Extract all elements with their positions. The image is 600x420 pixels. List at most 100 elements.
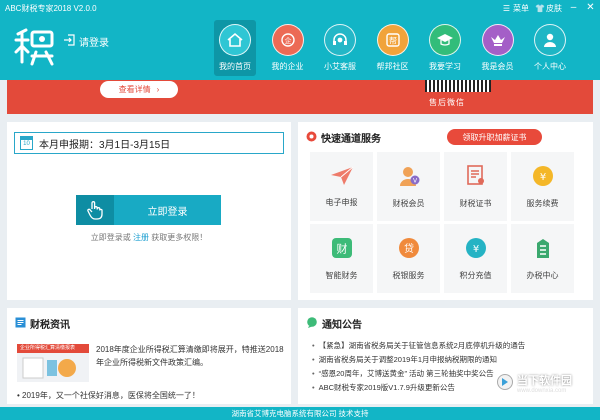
service-label: 财税会员 [392,198,425,208]
tax-news-header: 财税资讯 [15,316,70,331]
nav-item-service[interactable]: 小艾客服 [319,20,361,76]
fast-service-title: 快速通道服务 [321,134,381,145]
menu-icon: ☰ [502,3,511,13]
menu-button[interactable]: ☰ 菜单 [502,3,529,14]
app-title: ABC财税专家2018 V2.0.0 [5,4,97,13]
menu-label: 菜单 [513,3,529,13]
title-bar-controls: ☰ 菜单 👕 皮肤 – ✕ [502,2,596,14]
svg-text:财: 财 [336,241,347,255]
home-icon [219,24,251,56]
declaration-period-text: 本月申报期：3月1日-3月15日 [39,139,171,151]
user-icon [534,24,566,56]
nav-label: 个人中心 [534,62,566,71]
notice-item[interactable]: 湖南省税务局关于调整2019年1月申报纳税期限的通知 [312,353,525,367]
nav-item-home[interactable]: 我的首页 [214,20,256,76]
service-renewal[interactable]: ¥ 服务续费 [511,152,574,221]
svg-text:¥: ¥ [472,244,478,255]
nav-item-profile[interactable]: 个人中心 [529,20,571,76]
headset-icon [324,24,356,56]
main-nav: 我的首页 企 我的企业 小艾客服 帮 帮邦社区 我要学习 我是会员 个人中心 [214,20,571,76]
service-grid: 电子申报 V 财税会员 财税证书 ¥ 服务续费 财 智能财务 贷 税银服务 ¥ … [310,152,574,293]
view-details-button[interactable]: 查看详情 › [100,81,178,98]
skin-label: 皮肤 [546,3,562,13]
login-link[interactable]: 请登录 [63,34,109,49]
tax-news-title: 财税资讯 [30,320,70,331]
view-details-label: 查看详情 [118,85,151,94]
nav-label: 帮邦社区 [376,62,409,71]
loan-icon: 贷 [398,237,420,261]
notice-item[interactable]: “感恩20周年，艾博送黄金” 活动 第三轮抽奖中奖公告 [312,367,525,381]
notice-header: 通知公告 [306,316,362,331]
login-hint-text: 立即登录或 [90,233,131,242]
nav-item-member[interactable]: 我是会员 [477,20,519,76]
certificate-icon [466,164,486,189]
service-label: 办税中心 [526,270,559,280]
notice-item[interactable]: 【紧急】湖南省税务局关于征管信息系统2月底停机升级的通告 [312,339,526,353]
service-label: 税银服务 [392,270,425,280]
nav-item-learn[interactable]: 我要学习 [424,20,466,76]
site-watermark: 当下软件园 www.downxia.com [497,372,572,394]
svg-text:帮: 帮 [389,36,397,46]
notice-title: 通知公告 [322,320,362,331]
login-icon [63,34,75,49]
cert-promo-tag[interactable]: 领取升职加薪证书 [447,129,542,145]
service-points-recharge[interactable]: ¥ 积分充值 [444,224,507,293]
declaration-panel: 10 本月申报期：3月1日-3月15日 立即登录 立即登录或 注册 获取更多权限… [7,122,291,300]
graduation-cap-icon [429,24,461,56]
svg-text:贷: 贷 [404,242,414,255]
title-bar: ABC财税专家2018 V2.0.0 ☰ 菜单 👕 皮肤 – ✕ [0,0,600,18]
watermark-text: 当下软件园 [517,375,572,387]
target-icon [306,131,317,145]
watermark-logo-icon [497,374,513,392]
fast-service-panel: 快速通道服务 领取升职加薪证书 电子申报 V 财税会员 财税证书 ¥ 服务续费 … [298,122,593,300]
chevron-right-icon: › [156,85,160,94]
money-bag-icon: ¥ [532,165,554,189]
login-hint: 立即登录或 注册 获取更多权限！ [7,232,291,243]
promo-banner[interactable]: 查看详情 › 售后微信 [7,80,593,114]
nav-item-community[interactable]: 帮 帮邦社区 [372,20,414,76]
news-list-item[interactable]: • 2019年，又一个社保好消息，医保将全国统一了！ [17,390,200,401]
news-lead-text[interactable]: 2018年度企业所得税汇算清缴即将展开，特推送2018年企业所得税新文件政策汇编… [96,343,286,369]
nav-label: 我是会员 [481,62,514,71]
nav-label: 我要学习 [429,62,461,71]
hand-pointer-icon [76,195,114,225]
service-tax-center[interactable]: 办税中心 [511,224,574,293]
service-tax-bank[interactable]: 贷 税银服务 [377,224,440,293]
paper-plane-icon [330,166,354,188]
member-icon: V [398,165,420,189]
service-e-filing[interactable]: 电子申报 [310,152,373,221]
company-icon: 企 [271,24,304,56]
service-label: 智能财务 [325,270,358,280]
minimize-button[interactable]: – [568,2,579,14]
finance-icon: 财 [331,237,353,261]
service-member[interactable]: V 财税会员 [377,152,440,221]
skin-button[interactable]: 👕 皮肤 [535,3,562,14]
calendar-icon: 10 [20,136,33,150]
notice-item[interactable]: ABC财税专家2019版V1.7.9升级更新公告 [312,381,525,395]
status-footer: 湖南省艾博克电脑系统有限公司 技术支持 [0,407,600,420]
news-icon [15,317,26,331]
nav-label: 我的首页 [219,62,251,71]
watermark-url: www.downxia.com [517,388,567,394]
notice-list: 【紧急】湖南省税务局关于征管信息系统2月底停机升级的通告 湖南省税务局关于调整2… [312,339,526,395]
fast-service-header: 快速通道服务 [306,130,381,145]
login-hint-suffix: 获取更多权限！ [151,233,208,242]
news-thumbnail[interactable]: 企业所得税汇算清缴报表 [17,344,89,382]
svg-text:¥: ¥ [539,172,545,183]
service-smart-finance[interactable]: 财 智能财务 [310,224,373,293]
tax-news-panel: 财税资讯 企业所得税汇算清缴报表 2018年度企业所得税汇算清缴即将展开，特推送… [7,308,291,404]
banner-footer-text: 售后微信 [429,98,465,107]
register-link[interactable]: 注册 [133,233,149,242]
login-now-button[interactable]: 立即登录 [76,195,221,225]
nav-item-company[interactable]: 企 我的企业 [267,20,309,76]
login-now-label: 立即登录 [114,195,221,225]
app-header: ABC财税专家2018 V2.0.0 ☰ 菜单 👕 皮肤 – ✕ 请登录 我的首… [0,0,600,80]
declaration-period-header: 10 本月申报期：3月1日-3月15日 [14,132,284,154]
service-label: 服务续费 [526,198,559,208]
building-icon [533,237,553,261]
close-button[interactable]: ✕ [585,2,596,14]
shirt-icon: 👕 [535,3,545,13]
service-certificate[interactable]: 财税证书 [444,152,507,221]
chat-bubble-icon [306,316,318,331]
crown-icon [481,24,514,56]
